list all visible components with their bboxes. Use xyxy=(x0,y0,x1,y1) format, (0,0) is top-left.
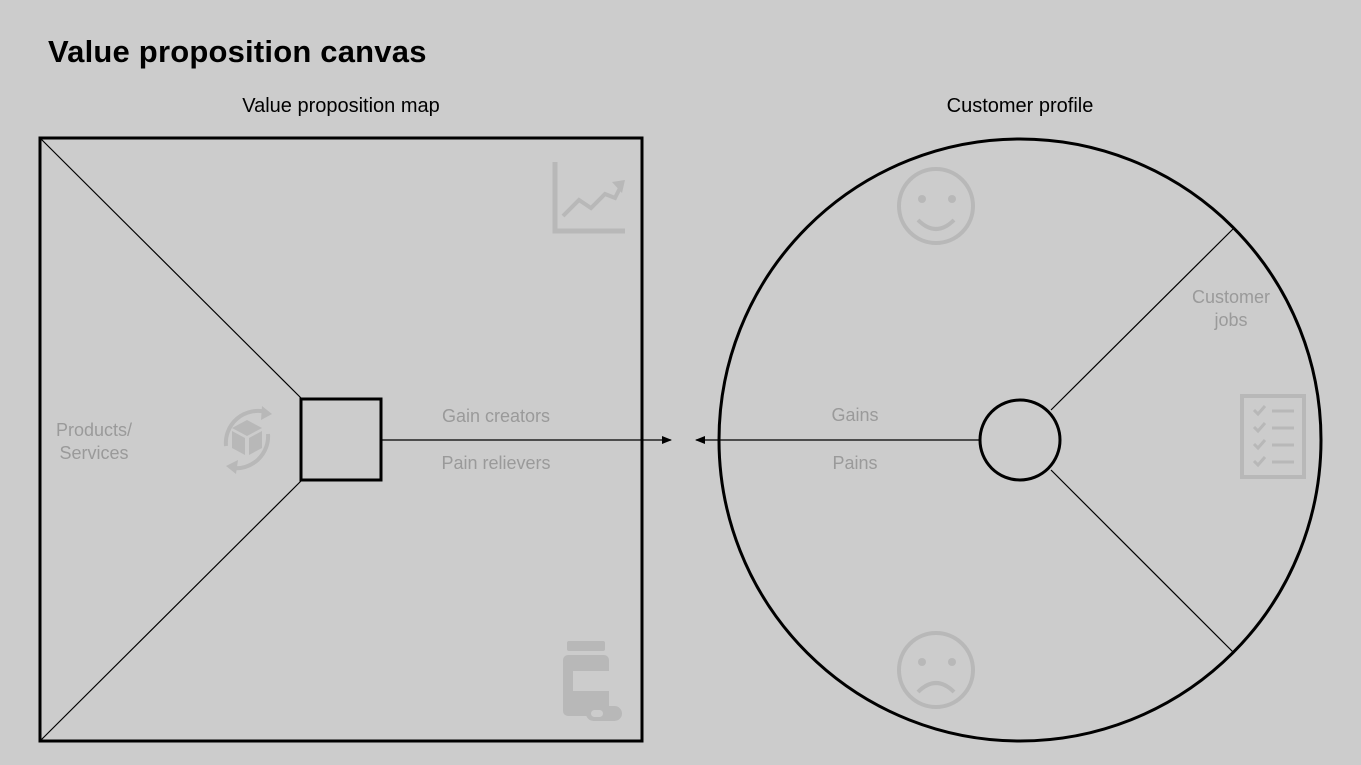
value-map-center-box xyxy=(299,397,383,482)
medicine-icon xyxy=(563,641,622,721)
smile-icon xyxy=(897,167,975,245)
customer-jobs-label: Customer jobs xyxy=(1191,287,1271,330)
product-cycle-icon xyxy=(223,406,272,474)
products-services-label: Products/ Services xyxy=(55,420,133,463)
pains-label: Pains xyxy=(832,453,878,473)
gains-label: Gains xyxy=(831,405,879,425)
pain-relievers-label: Pain relievers xyxy=(441,453,551,473)
checklist-icon xyxy=(1240,394,1306,479)
value-map-diagonal-top xyxy=(40,138,303,400)
value-map-diagonal-bottom xyxy=(40,479,303,741)
canvas-diagram xyxy=(38,136,1323,743)
circle-divider-bottom xyxy=(1050,469,1235,654)
frown-icon xyxy=(897,631,975,709)
customer-profile-center xyxy=(978,398,1062,482)
trend-chart-icon xyxy=(552,162,625,234)
gain-creators-label: Gain creators xyxy=(441,406,551,426)
